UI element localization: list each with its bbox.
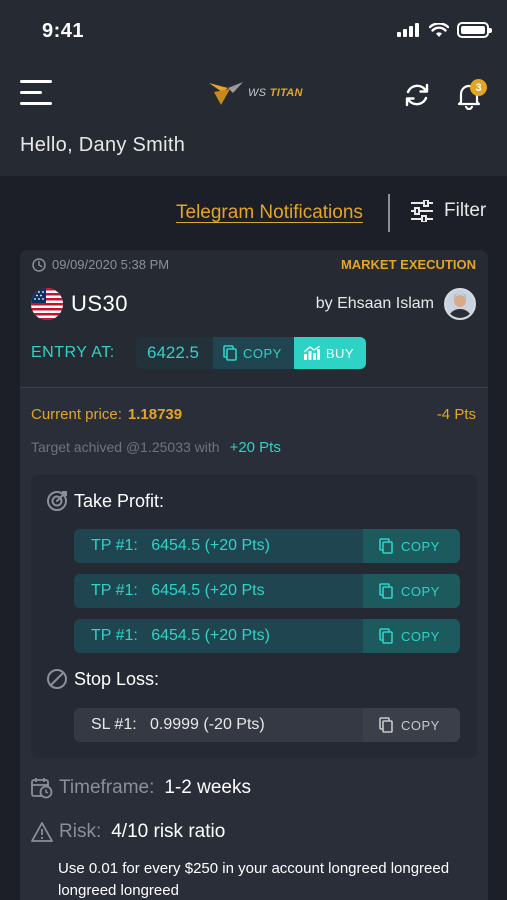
status-time: 9:41 xyxy=(42,20,85,42)
copy-icon xyxy=(379,717,393,733)
entry-copy-label: COPY xyxy=(243,345,282,361)
take-profit-row: TP #1: 6454.5 (+20 Pts) COPY xyxy=(74,529,460,563)
filter-button[interactable]: Filter xyxy=(410,200,486,222)
take-profit-label: Take Profit: xyxy=(74,490,165,511)
symbol-name: US30 xyxy=(71,291,129,316)
author-name: by Ehsaan Islam xyxy=(315,295,434,312)
copy-icon xyxy=(379,538,393,554)
targets-panel: Take Profit: TP #1: 6454.5 (+20 Pts) COP… xyxy=(31,475,477,758)
tp-copy-label: COPY xyxy=(401,583,440,599)
entry-copy-button[interactable]: COPY xyxy=(213,337,294,369)
risk-note: Use 0.01 for every $250 in your account … xyxy=(58,860,450,899)
copy-icon xyxy=(379,583,393,599)
calendar-clock-icon xyxy=(31,778,53,799)
signal-card-header: 09/09/2020 5:38 PM MARKET EXECUTION US30… xyxy=(20,250,488,388)
stop-loss-label: Stop Loss: xyxy=(74,668,160,689)
entry-row: ENTRY AT: 6422.5 COPY BUY xyxy=(31,337,367,369)
stop-loss-title: Stop Loss: xyxy=(46,668,159,690)
current-price: Current price: 1.18739 xyxy=(31,406,182,423)
take-profit-text: TP #1: 6454.5 (+20 Pts xyxy=(74,574,363,608)
app-header: 9:41 WS TITAN 3 Hello, Dany Smith xyxy=(0,0,507,176)
take-profit-title: Take Profit: xyxy=(46,490,164,512)
execution-type: MARKET EXECUTION xyxy=(340,257,476,272)
entry-label: ENTRY AT: xyxy=(31,344,115,361)
tp-copy-label: COPY xyxy=(401,628,440,644)
warning-icon xyxy=(31,822,53,842)
timeframe-row: Timeframe: 1-2 weeks xyxy=(31,777,251,799)
filter-label: Filter xyxy=(444,200,487,221)
signal-card[interactable]: 09/09/2020 5:38 PM MARKET EXECUTION US30… xyxy=(20,250,488,900)
us-flag-icon xyxy=(31,288,63,320)
tp-label: TP #1: xyxy=(91,582,138,599)
signal-date: 09/09/2020 5:38 PM xyxy=(32,257,169,272)
refresh-button[interactable] xyxy=(402,80,432,110)
tp-value: 6454.5 (+20 Pts xyxy=(151,582,265,599)
ban-icon xyxy=(47,669,67,689)
buy-button[interactable]: BUY xyxy=(293,337,367,369)
tp-copy-button[interactable]: COPY xyxy=(363,574,460,608)
greeting-text: Hello, Dany Smith xyxy=(20,134,186,156)
author-avatar[interactable] xyxy=(444,288,476,320)
menu-button[interactable] xyxy=(20,80,52,108)
bar-chart-icon xyxy=(303,346,320,360)
timeframe-value: 1-2 weeks xyxy=(164,777,251,798)
risk-row: Risk: 4/10 risk ratio xyxy=(31,821,225,843)
tp-copy-button[interactable]: COPY xyxy=(363,529,460,563)
notification-badge: 3 xyxy=(470,79,487,96)
sl-copy-button[interactable]: COPY xyxy=(363,708,460,742)
target-text: Target achived @1.25033 with xyxy=(31,439,220,455)
stop-loss-row: SL #1: 0.9999 (-20 Pts) COPY xyxy=(74,708,460,742)
timeframe-label: Timeframe: xyxy=(59,777,155,798)
target-icon xyxy=(47,491,67,511)
current-price-label: Current price: xyxy=(31,406,122,423)
target-pts: +20 Pts xyxy=(229,439,281,456)
symbol-row: US30 xyxy=(31,288,128,320)
copy-icon xyxy=(379,628,393,644)
take-profit-row: TP #1: 6454.5 (+20 Pts) COPY xyxy=(74,619,460,653)
signal-date-text: 09/09/2020 5:38 PM xyxy=(52,257,170,272)
toolbar-divider xyxy=(388,194,390,232)
target-achieved: Target achived @1.25033 with +20 Pts xyxy=(31,439,281,456)
logo-wings-icon xyxy=(209,82,243,105)
copy-icon xyxy=(223,345,237,361)
stop-loss-text: SL #1: 0.9999 (-20 Pts) xyxy=(74,708,363,742)
tp-value: 6454.5 (+20 Pts) xyxy=(151,627,270,644)
entry-box: 6422.5 COPY BUY xyxy=(136,337,367,369)
battery-icon xyxy=(457,22,492,38)
risk-label: Risk: xyxy=(59,821,102,842)
clock-icon xyxy=(32,257,46,272)
take-profit-row: TP #1: 6454.5 (+20 Pts COPY xyxy=(74,574,460,608)
risk-value: 4/10 risk ratio xyxy=(111,821,226,842)
current-price-value: 1.18739 xyxy=(127,406,183,423)
entry-value: 6422.5 xyxy=(136,337,213,369)
take-profit-text: TP #1: 6454.5 (+20 Pts) xyxy=(74,619,363,653)
take-profit-text: TP #1: 6454.5 (+20 Pts) xyxy=(74,529,363,563)
tp-copy-label: COPY xyxy=(401,538,440,554)
status-icons xyxy=(397,22,492,38)
refresh-icon xyxy=(405,83,429,107)
buy-label: BUY xyxy=(325,345,355,361)
signal-icon xyxy=(397,23,419,37)
signal-author[interactable]: by Ehsaan Islam xyxy=(316,288,476,320)
app-logo: WS TITAN xyxy=(208,80,303,106)
filter-sliders-icon xyxy=(411,200,433,222)
tp-value: 6454.5 (+20 Pts) xyxy=(151,537,270,554)
logo-name: TITAN xyxy=(269,87,303,99)
logo-prefix: WS xyxy=(248,87,267,99)
sl-copy-label: COPY xyxy=(401,717,440,733)
wifi-icon xyxy=(429,22,449,37)
telegram-notifications-link[interactable]: Telegram Notifications xyxy=(176,202,363,224)
tp-label: TP #1: xyxy=(91,627,138,644)
tp-copy-button[interactable]: COPY xyxy=(363,619,460,653)
sl-label: SL #1: xyxy=(91,716,137,733)
current-pts: -4 Pts xyxy=(436,406,476,423)
tp-label: TP #1: xyxy=(91,537,138,554)
sl-value: 0.9999 (-20 Pts) xyxy=(150,716,265,733)
